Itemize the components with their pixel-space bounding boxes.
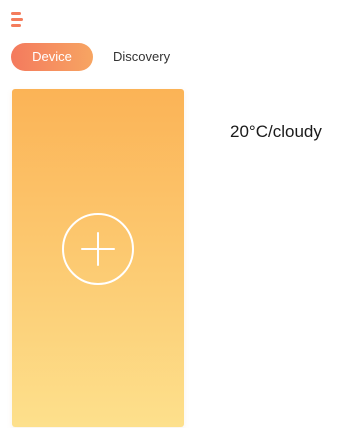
weather-status: 20°C/cloudy — [230, 122, 322, 141]
add-circle-icon[interactable] — [61, 212, 135, 286]
tab-device[interactable]: Device — [11, 43, 93, 71]
menu-button[interactable] — [6, 6, 28, 28]
tab-discovery[interactable]: Discovery — [99, 43, 184, 71]
menu-bar — [11, 12, 21, 15]
tab-bar: Device Discovery — [11, 43, 184, 71]
add-device-card[interactable] — [12, 89, 184, 427]
menu-bar — [11, 18, 23, 21]
menu-bar — [11, 24, 21, 27]
